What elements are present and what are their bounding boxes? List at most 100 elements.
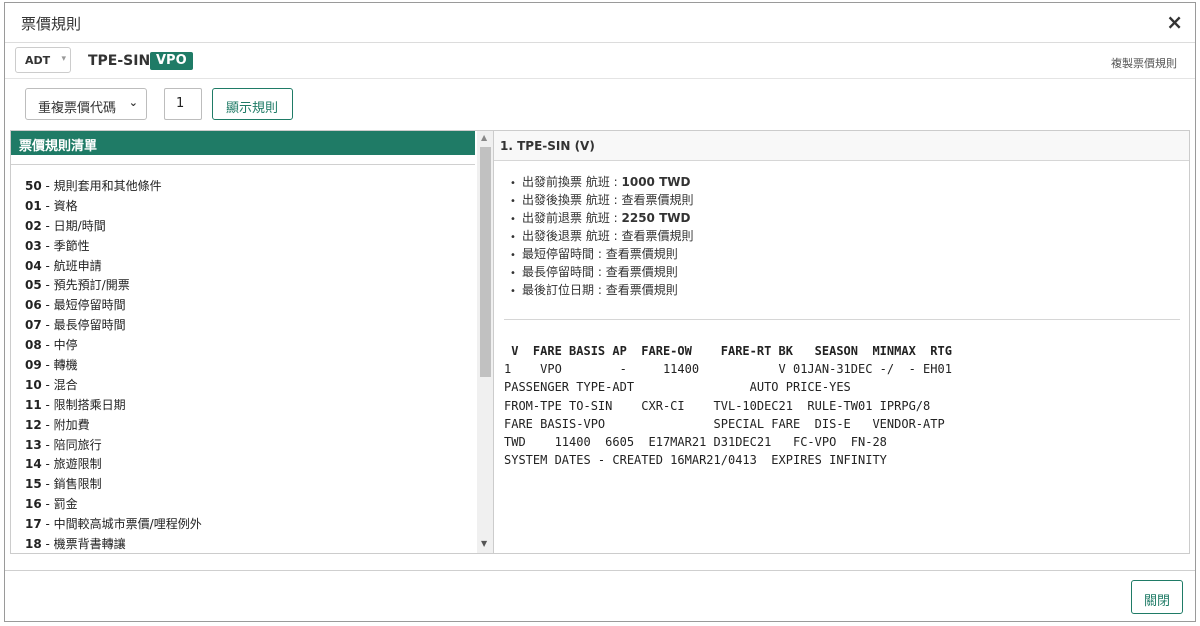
summary-label: 最長停留時間 : [522,265,606,279]
rule-summary-item: • 最短停留時間 : 查看票價規則 [510,245,694,263]
rule-code-separator: - [41,238,54,253]
rule-list-item[interactable]: 18 - 機票背書轉讓 [25,535,465,553]
summary-label: 出發後換票 航班 : [522,193,622,207]
rule-list-item[interactable]: 01 - 資格 [25,197,465,217]
fare-text-header: V FARE BASIS AP FARE-OW FARE-RT BK SEASO… [504,344,952,358]
bullet-icon: • [510,178,516,189]
close-button[interactable]: 關閉 [1131,580,1183,614]
duplicate-fare-code-dropdown[interactable]: 重複票價代碼 ⌄ [25,88,147,120]
rule-code: 05 [25,278,42,293]
close-icon[interactable]: × [1166,10,1183,34]
dialog-title: 票價規則 [21,15,82,33]
rule-number-input[interactable]: 1 [164,88,202,120]
rule-code: 11 [25,397,42,412]
show-rules-button[interactable]: 顯示規則 [212,88,293,120]
summary-value: 2250 TWD [621,211,691,225]
fare-display-text: V FARE BASIS AP FARE-OW FARE-RT BK SEASO… [504,342,952,469]
rule-code-separator: - [41,278,54,293]
bullet-icon: • [510,214,516,225]
summary-value: 查看票價規則 [605,265,678,279]
rule-code: 14 [25,457,42,472]
rule-list-item[interactable]: 05 - 預先預訂/開票 [25,276,465,296]
rule-code: 08 [25,338,42,353]
rule-label: 日期/時間 [53,218,106,233]
rule-list-item[interactable]: 10 - 混合 [25,376,465,396]
rule-code: 13 [25,437,42,452]
rule-code: 17 [25,517,42,532]
route-label: TPE-SIN: [88,53,156,69]
rule-label: 限制搭乘日期 [53,397,126,412]
rule-code: 12 [25,417,42,432]
rule-label: 附加費 [53,417,90,432]
rule-code-separator: - [41,497,54,512]
rule-code-separator: - [41,338,54,353]
rule-code-separator: - [41,318,54,333]
rule-code: 02 [25,218,42,233]
rule-summary-item: • 出發前退票 航班 : 2250 TWD [510,209,694,227]
fare-text-line: SYSTEM DATES - CREATED 16MAR21/0413 EXPI… [504,453,887,468]
rule-code: 18 [25,537,42,552]
scroll-up-arrow-icon[interactable]: ▲ [481,133,487,142]
rule-list-item[interactable]: 09 - 轉機 [25,356,465,376]
rule-list-item[interactable]: 17 - 中間較高城市票價/哩程例外 [25,515,465,535]
rule-list-item[interactable]: 15 - 銷售限制 [25,475,465,495]
rule-list-scrollbar[interactable]: ▲ ▼ [477,131,493,553]
fare-text-line: TWD 11400 6605 E17MAR21 D31DEC21 FC-VPO … [504,434,887,449]
rule-label: 中間較高城市票價/哩程例外 [53,517,202,532]
passenger-type-select[interactable]: ADT ▾ [15,47,71,73]
bullet-icon: • [510,232,516,243]
duplicate-fare-code-label: 重複票價代碼 [38,101,117,116]
scrollbar-thumb[interactable] [480,147,491,377]
rule-list-item[interactable]: 13 - 陪同旅行 [25,436,465,456]
rule-label: 中停 [53,338,78,353]
rule-code-separator: - [41,377,54,392]
summary-label: 出發後退票 航班 : [522,229,622,243]
rule-list-item[interactable]: 14 - 旅遊限制 [25,455,465,475]
summary-value: 查看票價規則 [605,283,678,297]
bullet-icon: • [510,196,516,207]
rule-detail-panel: 1. TPE-SIN (V) • 出發前換票 航班 : 1000 TWD • 出發後換… [494,130,1190,554]
summary-label: 出發前退票 航班 : [522,211,622,225]
rule-list-item[interactable]: 16 - 罰金 [25,495,465,515]
rule-label: 罰金 [53,497,78,512]
rule-code: 07 [25,318,42,333]
rule-code: 04 [25,258,42,273]
bullet-icon: • [510,250,516,261]
rule-list-item[interactable]: 07 - 最長停留時間 [25,316,465,336]
rule-list-item[interactable]: 03 - 季節性 [25,237,465,257]
fare-text-line: 1 VPO - 11400 V 01JAN-31DEC -/ - EH01 [504,362,952,377]
rule-label: 規則套用和其他條件 [53,179,162,193]
copy-fare-rules-link[interactable]: 複製票價規則 [1111,55,1177,71]
rule-list-item[interactable]: 50 - 規則套用和其他條件 [25,177,465,197]
rule-list-panel: 票價規則清單 50 - 規則套用和其他條件 01 - 資格 02 - 日期/時間 03… [10,130,494,554]
rule-label: 季節性 [53,238,90,253]
summary-value: 1000 TWD [621,175,691,189]
bullet-icon: • [510,286,516,297]
scroll-down-arrow-icon[interactable]: ▼ [481,539,487,548]
rule-code-separator: - [41,457,54,472]
dialog-footer: 關閉 [5,570,1195,621]
rule-code: 50 [25,179,42,193]
fare-code-badge: VPO [150,52,193,70]
rule-code: 06 [25,298,42,313]
rule-code-separator: - [41,417,54,432]
rule-list-item[interactable]: 12 - 附加費 [25,416,465,436]
rule-label: 資格 [53,198,78,213]
rule-code-separator: - [41,437,54,452]
rule-code: 09 [25,358,42,373]
rule-list-item[interactable]: 04 - 航班申請 [25,257,465,277]
rule-code-separator: - [41,537,54,552]
rule-label: 轉機 [53,358,78,373]
rule-list-item[interactable]: 06 - 最短停留時間 [25,296,465,316]
rule-code: 03 [25,238,42,253]
summary-label: 最後訂位日期 : [522,283,606,297]
rule-label: 陪同旅行 [53,437,102,452]
rule-summary-item: • 出發前換票 航班 : 1000 TWD [510,173,694,191]
rule-list-item[interactable]: 11 - 限制搭乘日期 [25,396,465,416]
rule-list-item[interactable]: 02 - 日期/時間 [25,217,465,237]
rule-list-item[interactable]: 08 - 中停 [25,336,465,356]
dialog-header: 票價規則 × [5,3,1195,43]
rule-code: 10 [25,377,42,392]
rule-label: 混合 [53,377,78,392]
rule-summary-item: • 最長停留時間 : 查看票價規則 [510,263,694,281]
